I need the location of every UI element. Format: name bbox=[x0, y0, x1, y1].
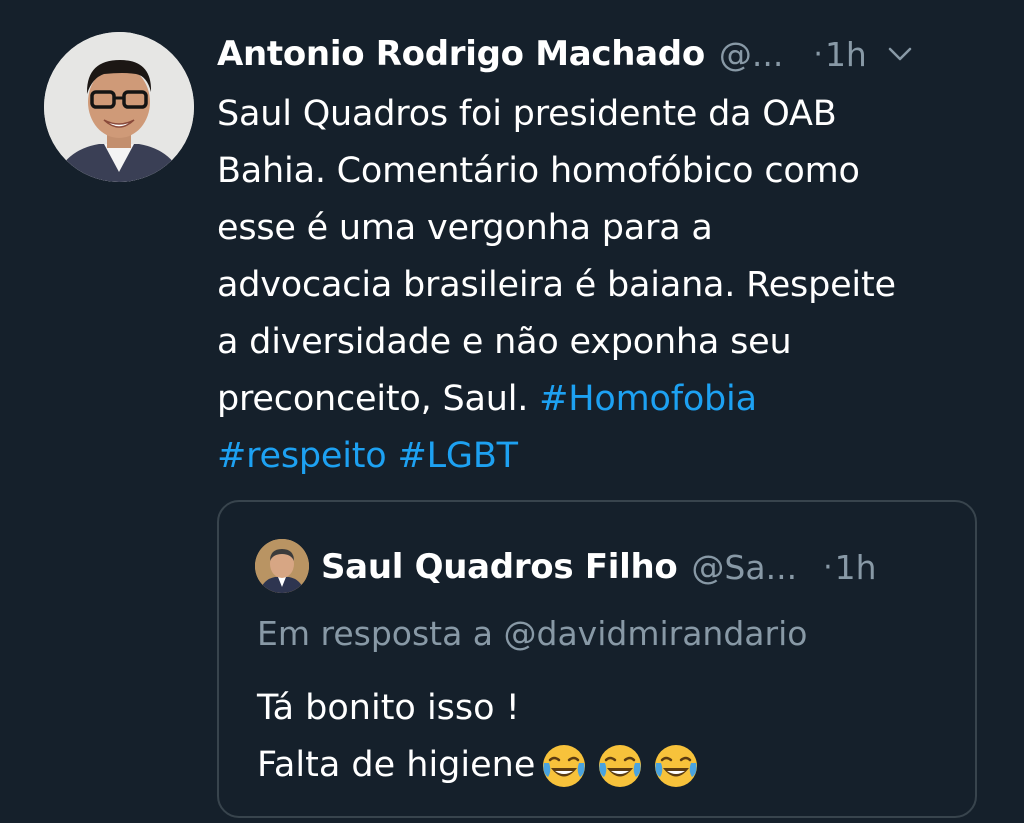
hashtag-link[interactable]: #respeito bbox=[217, 436, 387, 476]
tweet-text-line: advocacia brasileira é baiana. Respeite bbox=[217, 265, 896, 305]
quoted-text-segment: Falta de higiene bbox=[257, 745, 536, 785]
tweet-text-line: Saul Quadros foi presidente da OAB bbox=[217, 94, 837, 134]
quoted-text-line-with-emoji: Falta de higiene bbox=[257, 737, 699, 794]
quoted-tweet-text: Tá bonito isso ! Falta de higiene bbox=[257, 680, 699, 794]
tweet-text-line: a diversidade e não exponha seu bbox=[217, 322, 792, 362]
face-with-tears-of-joy-icon bbox=[653, 743, 699, 789]
separator-dot: · bbox=[823, 549, 833, 585]
emoji-group bbox=[541, 743, 699, 789]
tweet-header: Antonio Rodrigo Machado @... · 1h bbox=[217, 26, 997, 82]
quoted-tweet-time[interactable]: 1h bbox=[835, 548, 877, 587]
author-avatar[interactable] bbox=[44, 32, 194, 182]
reply-context[interactable]: Em resposta a @davidmirandario bbox=[257, 614, 807, 653]
author-handle[interactable]: @... bbox=[719, 35, 783, 74]
hashtag-link[interactable]: #LGBT bbox=[397, 436, 518, 476]
quoted-tweet[interactable]: Saul Quadros Filho @Sa... · 1h Em respos… bbox=[217, 500, 977, 818]
quoted-author-avatar[interactable] bbox=[255, 539, 309, 593]
person-avatar-icon bbox=[255, 539, 309, 593]
quoted-tweet-header: Saul Quadros Filho @Sa... · 1h bbox=[321, 540, 877, 594]
tweet-text-line: #respeito #LGBT bbox=[217, 428, 997, 485]
tweet-text-line: esse é uma vergonha para a bbox=[217, 208, 713, 248]
quoted-text-line: Tá bonito isso ! bbox=[257, 688, 520, 728]
chevron-down-icon[interactable] bbox=[885, 39, 915, 69]
person-avatar-icon bbox=[44, 32, 194, 182]
face-with-tears-of-joy-icon bbox=[541, 743, 587, 789]
tweet-text-line: Bahia. Comentário homofóbico como bbox=[217, 151, 860, 191]
hashtag-link[interactable]: #Homofobia bbox=[539, 379, 757, 419]
face-with-tears-of-joy-icon bbox=[597, 743, 643, 789]
quoted-author-handle[interactable]: @Sa... bbox=[691, 548, 797, 587]
quoted-author-name[interactable]: Saul Quadros Filho bbox=[321, 547, 678, 587]
tweet-time[interactable]: 1h bbox=[825, 35, 867, 74]
tweet-text: Saul Quadros foi presidente da OAB Bahia… bbox=[217, 86, 997, 485]
tweet[interactable]: Antonio Rodrigo Machado @... · 1h Saul Q… bbox=[0, 0, 1024, 823]
tweet-text-segment: preconceito, Saul. bbox=[217, 379, 540, 419]
author-name[interactable]: Antonio Rodrigo Machado bbox=[217, 34, 705, 74]
tweet-text-line: preconceito, Saul. #Homofobia bbox=[217, 371, 997, 428]
separator-dot: · bbox=[813, 36, 823, 72]
